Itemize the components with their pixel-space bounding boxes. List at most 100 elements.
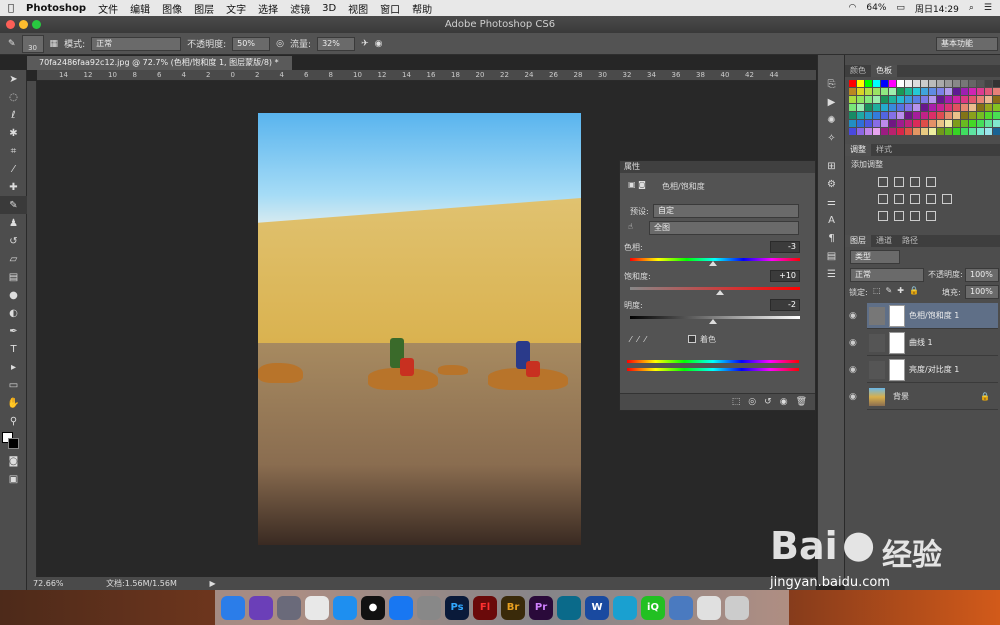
visibility-eye-icon[interactable]: ◉	[849, 311, 857, 321]
color-swatch[interactable]	[937, 88, 944, 95]
clock[interactable]: 周日14:29	[915, 2, 959, 15]
color-swatch[interactable]	[953, 120, 960, 127]
color-swatch[interactable]	[889, 88, 896, 95]
color-swatch[interactable]	[945, 128, 952, 135]
color-swatch[interactable]	[873, 88, 880, 95]
color-swatch[interactable]	[961, 88, 968, 95]
menu-help[interactable]: 帮助	[412, 1, 432, 16]
color-swatch[interactable]	[897, 128, 904, 135]
preview-dock-icon[interactable]	[697, 595, 721, 620]
layer-comps-icon[interactable]: ▤	[818, 247, 845, 265]
preferences-dock-icon[interactable]	[417, 595, 441, 620]
color-swatch[interactable]	[921, 80, 928, 87]
color-swatch[interactable]	[977, 128, 984, 135]
menu-select[interactable]: 选择	[258, 1, 278, 16]
fl-dock-icon[interactable]: Fl	[473, 595, 497, 620]
menu-list-icon[interactable]: ☰	[984, 3, 992, 13]
color-swatch[interactable]	[937, 96, 944, 103]
color-swatch[interactable]	[985, 128, 992, 135]
color-swatches[interactable]	[0, 430, 27, 452]
color-swatch[interactable]	[945, 96, 952, 103]
wunderlist-dock-icon[interactable]	[613, 595, 637, 620]
color-swatch[interactable]	[977, 88, 984, 95]
blend-mode-select[interactable]: 正常	[850, 268, 924, 282]
color-swatch[interactable]	[889, 96, 896, 103]
history-brush-icon[interactable]: ↺	[0, 232, 27, 250]
horizontal-ruler[interactable]: 14 12 10 8 6 4 2 0 2 4 6 8 10 12 14 16 18 20 22 24 26 28 30 32 3…	[37, 70, 816, 81]
layer-opacity-field[interactable]: 100%	[965, 268, 999, 282]
color-swatch[interactable]	[905, 128, 912, 135]
color-swatch[interactable]	[993, 120, 1000, 127]
color-swatch[interactable]	[921, 120, 928, 127]
chrome-dock-icon[interactable]	[305, 595, 329, 620]
brightness-icon[interactable]	[878, 177, 888, 187]
edge-dock-icon[interactable]	[557, 595, 581, 620]
color-swatch[interactable]	[849, 128, 856, 135]
zoom-tool-icon[interactable]: ⚲	[0, 412, 27, 430]
color-swatch[interactable]	[865, 104, 872, 111]
minimize-window-button[interactable]	[19, 20, 28, 29]
status-menu-arrow-icon[interactable]: ▶	[209, 579, 215, 588]
document-image[interactable]	[258, 113, 581, 545]
view-previous-icon[interactable]: ◎	[748, 397, 756, 407]
color-swatch[interactable]	[993, 104, 1000, 111]
properties-icon[interactable]: ⊞	[818, 157, 845, 175]
color-swatch[interactable]	[945, 112, 952, 119]
brush-panel-icon[interactable]: ▦	[50, 39, 59, 49]
battery-percent[interactable]: 64%	[866, 3, 886, 13]
styles-icon[interactable]: ⚌	[818, 193, 845, 211]
tab-layers[interactable]: 图层	[845, 235, 871, 247]
color-swatch[interactable]	[881, 120, 888, 127]
eyedropper-icons[interactable]: ⁄⁄⁄	[630, 335, 652, 344]
layer-row[interactable]: 色相/饱和度 1	[867, 303, 998, 329]
visibility-eye-icon[interactable]: ◉	[849, 365, 857, 375]
close-window-button[interactable]	[6, 20, 15, 29]
battery-icon[interactable]: ▭	[896, 3, 905, 13]
pen-tool-icon[interactable]: ✒	[0, 322, 27, 340]
color-swatch[interactable]	[865, 88, 872, 95]
ps-dock-icon[interactable]: Ps	[445, 595, 469, 620]
color-swatch[interactable]	[905, 80, 912, 87]
color-swatch[interactable]	[993, 96, 1000, 103]
color-swatch[interactable]	[857, 104, 864, 111]
color-swatch[interactable]	[969, 112, 976, 119]
color-swatch[interactable]	[889, 128, 896, 135]
pressure-opacity-icon[interactable]: ◎	[276, 39, 284, 49]
color-swatch[interactable]	[929, 128, 936, 135]
menu-3d[interactable]: 3D	[322, 3, 336, 14]
color-swatch[interactable]	[945, 120, 952, 127]
mode-select[interactable]: 正常	[91, 36, 182, 51]
vertical-ruler[interactable]	[27, 81, 37, 577]
menu-window[interactable]: 窗口	[380, 1, 400, 16]
history-icon[interactable]: ⎘	[818, 75, 845, 93]
color-swatch[interactable]	[873, 112, 880, 119]
color-swatch[interactable]	[969, 88, 976, 95]
color-swatch[interactable]	[897, 112, 904, 119]
color-swatch[interactable]	[929, 88, 936, 95]
color-swatch[interactable]	[921, 112, 928, 119]
color-swatch[interactable]	[921, 88, 928, 95]
color-balance-icon[interactable]	[910, 194, 920, 204]
lasso-tool-icon[interactable]: ℓ	[0, 106, 27, 124]
color-swatch[interactable]	[985, 96, 992, 103]
lightness-field[interactable]: -2	[770, 299, 800, 311]
color-swatch[interactable]	[857, 120, 864, 127]
color-swatch[interactable]	[857, 112, 864, 119]
properties-tab[interactable]: 属性	[620, 161, 815, 173]
color-swatch[interactable]	[953, 80, 960, 87]
lock-icons[interactable]: ⬚✎✚🔒	[873, 286, 924, 295]
color-swatch[interactable]	[977, 120, 984, 127]
color-swatch[interactable]	[985, 80, 992, 87]
color-swatch[interactable]	[881, 104, 888, 111]
color-swatch[interactable]	[905, 120, 912, 127]
tab-styles[interactable]: 样式	[871, 144, 897, 156]
color-swatch[interactable]	[905, 112, 912, 119]
menu-filter[interactable]: 滤镜	[290, 1, 310, 16]
swatches-grid[interactable]	[845, 77, 1000, 138]
curves-icon[interactable]	[910, 177, 920, 187]
color-swatch[interactable]	[881, 128, 888, 135]
color-swatch[interactable]	[913, 80, 920, 87]
wifi-icon[interactable]: ◠	[849, 3, 857, 13]
lightness-slider[interactable]	[630, 316, 800, 324]
word-dock-icon[interactable]: W	[585, 595, 609, 620]
